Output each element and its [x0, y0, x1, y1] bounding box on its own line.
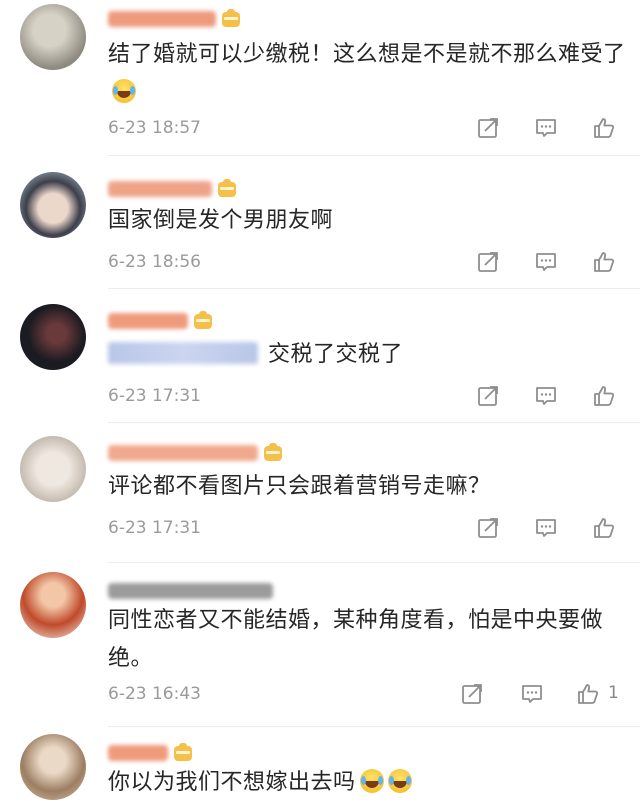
avatar[interactable]	[20, 304, 86, 370]
username[interactable]	[108, 178, 236, 200]
username[interactable]	[108, 580, 273, 602]
comment-text: 国家倒是发个男朋友啊	[108, 208, 334, 233]
comment-time: 6-23 16:43	[108, 684, 201, 704]
comment-icon[interactable]	[534, 516, 558, 540]
comment-time: 6-23 17:31	[108, 386, 201, 406]
comment-text: 交税了交税了	[108, 336, 628, 374]
vip-crown-icon	[222, 8, 240, 27]
divider	[108, 155, 640, 156]
comment-icon[interactable]	[534, 116, 558, 140]
divider	[108, 288, 640, 289]
comment-item: 你以为我们不想嫁出去吗	[0, 734, 640, 804]
comment-text: 评论都不看图片只会跟着营销号走嘛？	[108, 474, 491, 499]
laughing-emoji-icon	[112, 79, 136, 103]
avatar[interactable]	[20, 172, 86, 238]
share-icon[interactable]	[476, 516, 500, 540]
comment-actions	[476, 250, 626, 274]
comment-text: 结了婚就可以少缴税！这么想是不是就不那么难受了	[108, 36, 628, 112]
vip-crown-icon	[194, 310, 212, 329]
divider	[108, 422, 640, 423]
share-icon[interactable]	[476, 250, 500, 274]
username[interactable]	[108, 742, 192, 764]
vip-crown-icon	[264, 442, 282, 461]
comment-actions	[476, 516, 626, 540]
username[interactable]	[108, 442, 282, 464]
comment-icon[interactable]	[520, 682, 544, 706]
mention-link[interactable]	[108, 342, 258, 364]
thumbs-up-icon[interactable]	[592, 384, 616, 408]
like-count: 1	[608, 683, 619, 703]
comment-text: 同性恋者又不能结婚，某种角度看，怕是中央要做绝。	[108, 608, 604, 671]
vip-crown-icon	[218, 178, 236, 197]
comment-item: 交税了交税了 6-23 17:31	[0, 302, 640, 432]
thumbs-up-icon[interactable]	[592, 516, 616, 540]
thumbs-up-icon[interactable]	[576, 682, 600, 706]
avatar[interactable]	[20, 4, 86, 70]
comment-actions: 1	[462, 682, 626, 706]
share-icon[interactable]	[476, 384, 500, 408]
share-icon[interactable]	[476, 116, 500, 140]
crying-emoji-icon	[359, 769, 384, 793]
avatar[interactable]	[20, 734, 86, 800]
comment-icon[interactable]	[534, 384, 558, 408]
thumbs-up-icon[interactable]	[592, 116, 616, 140]
comment-item: 同性恋者又不能结婚，某种角度看，怕是中央要做绝。 6-23 16:43 1	[0, 572, 640, 728]
username[interactable]	[108, 8, 240, 30]
comment-time: 6-23 18:56	[108, 252, 201, 272]
avatar[interactable]	[20, 572, 86, 638]
comment-actions	[476, 116, 626, 140]
comment-item: 国家倒是发个男朋友啊 6-23 18:56	[0, 170, 640, 290]
divider	[108, 562, 640, 563]
vip-crown-icon	[174, 742, 192, 761]
share-icon[interactable]	[460, 682, 484, 706]
avatar[interactable]	[20, 436, 86, 502]
comment-time: 6-23 18:57	[108, 118, 201, 138]
comment-text: 你以为我们不想嫁出去吗	[108, 764, 628, 802]
crying-emoji-icon	[387, 769, 412, 793]
comment-item: 结了婚就可以少缴税！这么想是不是就不那么难受了 6-23 18:57	[0, 0, 640, 156]
divider	[108, 726, 640, 727]
comment-time: 6-23 17:31	[108, 518, 201, 538]
comment-actions	[476, 384, 626, 408]
username[interactable]	[108, 310, 212, 332]
comment-icon[interactable]	[534, 250, 558, 274]
thumbs-up-icon[interactable]	[592, 250, 616, 274]
comment-item: 评论都不看图片只会跟着营销号走嘛？ 6-23 17:31	[0, 434, 640, 564]
